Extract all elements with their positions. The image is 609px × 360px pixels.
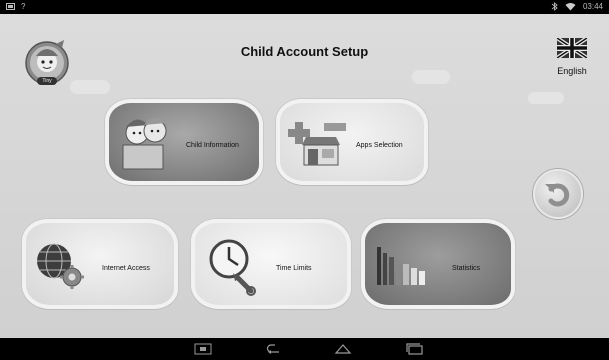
plus-minus-store-icon [288,122,346,166]
child-information-tile[interactable]: Child Information [105,99,263,185]
bluetooth-icon [551,2,558,11]
cloud-decoration [528,92,564,104]
cloud-decoration [70,80,110,94]
status-time: 03:44 [582,2,603,11]
home-icon[interactable] [333,343,353,355]
page-title: Child Account Setup [240,44,369,59]
statistics-tile[interactable]: Statistics [361,219,515,309]
status-bar: ? 03:44 [0,0,609,14]
bar-chart-icon [377,247,425,285]
app-content: Tiny Child Account Setup English Child I… [0,14,609,338]
undo-arrow-icon [545,183,570,207]
clock-wrench-icon [209,239,256,296]
internet-access-label: Internet Access [102,265,150,272]
cloud-decoration [412,70,450,84]
back-icon[interactable] [263,343,283,355]
question-icon: ? [21,2,26,11]
back-button[interactable] [533,169,583,219]
recent-apps-icon[interactable] [405,343,425,355]
globe-gear-icon [37,243,84,289]
children-box-icon [122,117,167,170]
internet-access-tile[interactable]: Internet Access [22,219,178,309]
language-selector[interactable]: English [548,36,596,76]
uk-flag-icon [555,36,589,60]
statistics-label: Statistics [452,265,481,272]
avatar-name: Tiny [42,78,52,84]
screenshot-icon[interactable] [193,343,213,355]
time-limits-label: Time Limits [276,265,312,272]
navigation-bar [0,338,609,360]
wifi-icon [565,3,576,11]
screenshot-icon [6,3,15,10]
time-limits-tile[interactable]: Time Limits [191,219,351,309]
apps-selection-label: Apps Selection [356,142,403,149]
child-information-label: Child Information [186,142,239,149]
apps-selection-tile[interactable]: Apps Selection [276,99,428,185]
language-label: English [557,66,587,76]
